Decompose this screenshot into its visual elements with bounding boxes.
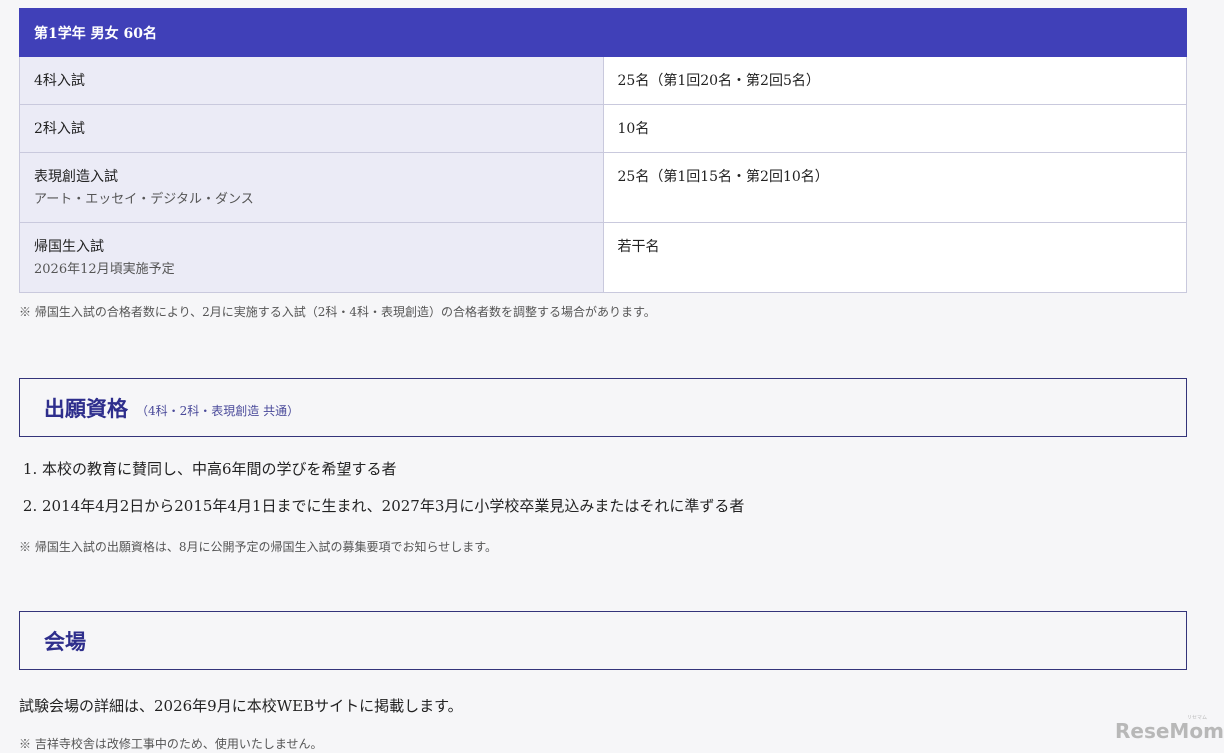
admissions-content: 第1学年 男女 60名 4科入試 25名（第1回20名・第2回5名） 2科入試 … [19,8,1187,751]
exam-type-expression: 表現創造入試 アート・エッセイ・デジタル・ダンス [19,152,604,223]
venue-text: 試験会場の詳細は、2026年9月に本校WEBサイトに掲載します。 [19,697,463,715]
row-label: 4科入試 [34,73,85,89]
row-label: 2科入試 [34,121,85,137]
quota-value: 若干名 [602,222,1187,293]
quota-value: 25名（第1回15名・第2回10名） [602,152,1187,223]
list-item: 2014年4月2日から2015年4月1日までに生まれ、2027年3月に小学校卒業… [42,496,744,516]
eligibility-list: 本校の教育に賛同し、中高6年間の学びを希望する者 2014年4月2日から2015… [19,459,744,533]
eligibility-title: 出願資格 [44,395,128,421]
quota-note: ※ 帰国生入試の合格者数により、2月に実施する入試（2科・4科・表現創造）の合格… [19,305,656,319]
eligibility-heading: 出願資格 （4科・2科・表現創造 共通） [19,378,1187,437]
quota-table-header: 第1学年 男女 60名 [19,8,1187,57]
table-row: 2科入試 10名 [19,104,1187,153]
exam-type-2subject: 2科入試 [19,104,604,153]
row-sublabel: アート・エッセイ・デジタル・ダンス [34,192,254,207]
row-label: 表現創造入試 [34,169,118,185]
quota-value: 10名 [602,104,1187,153]
exam-type-4subject: 4科入試 [19,56,604,105]
venue-title: 会場 [44,628,86,654]
quota-value: 25名（第1回20名・第2回5名） [602,56,1187,105]
exam-type-returnee: 帰国生入試 2026年12月頃実施予定 [19,222,604,293]
venue-note: ※ 吉祥寺校舎は改修工事中のため、使用いたしません。 [19,737,323,751]
list-item: 本校の教育に賛同し、中高6年間の学びを希望する者 [42,459,744,479]
table-row: 帰国生入試 2026年12月頃実施予定 若干名 [19,222,1187,293]
row-sublabel: 2026年12月頃実施予定 [34,262,175,277]
table-row: 表現創造入試 アート・エッセイ・デジタル・ダンス 25名（第1回15名・第2回1… [19,152,1187,223]
eligibility-subtitle: （4科・2科・表現創造 共通） [136,403,300,418]
venue-heading: 会場 [19,611,1187,670]
quota-table: 第1学年 男女 60名 4科入試 25名（第1回20名・第2回5名） 2科入試 … [19,8,1187,293]
resemom-logo: ReseMom [1115,719,1224,743]
row-label: 帰国生入試 [34,239,104,255]
table-row: 4科入試 25名（第1回20名・第2回5名） [19,56,1187,105]
eligibility-note: ※ 帰国生入試の出願資格は、8月に公開予定の帰国生入試の募集要項でお知らせします… [19,540,498,554]
